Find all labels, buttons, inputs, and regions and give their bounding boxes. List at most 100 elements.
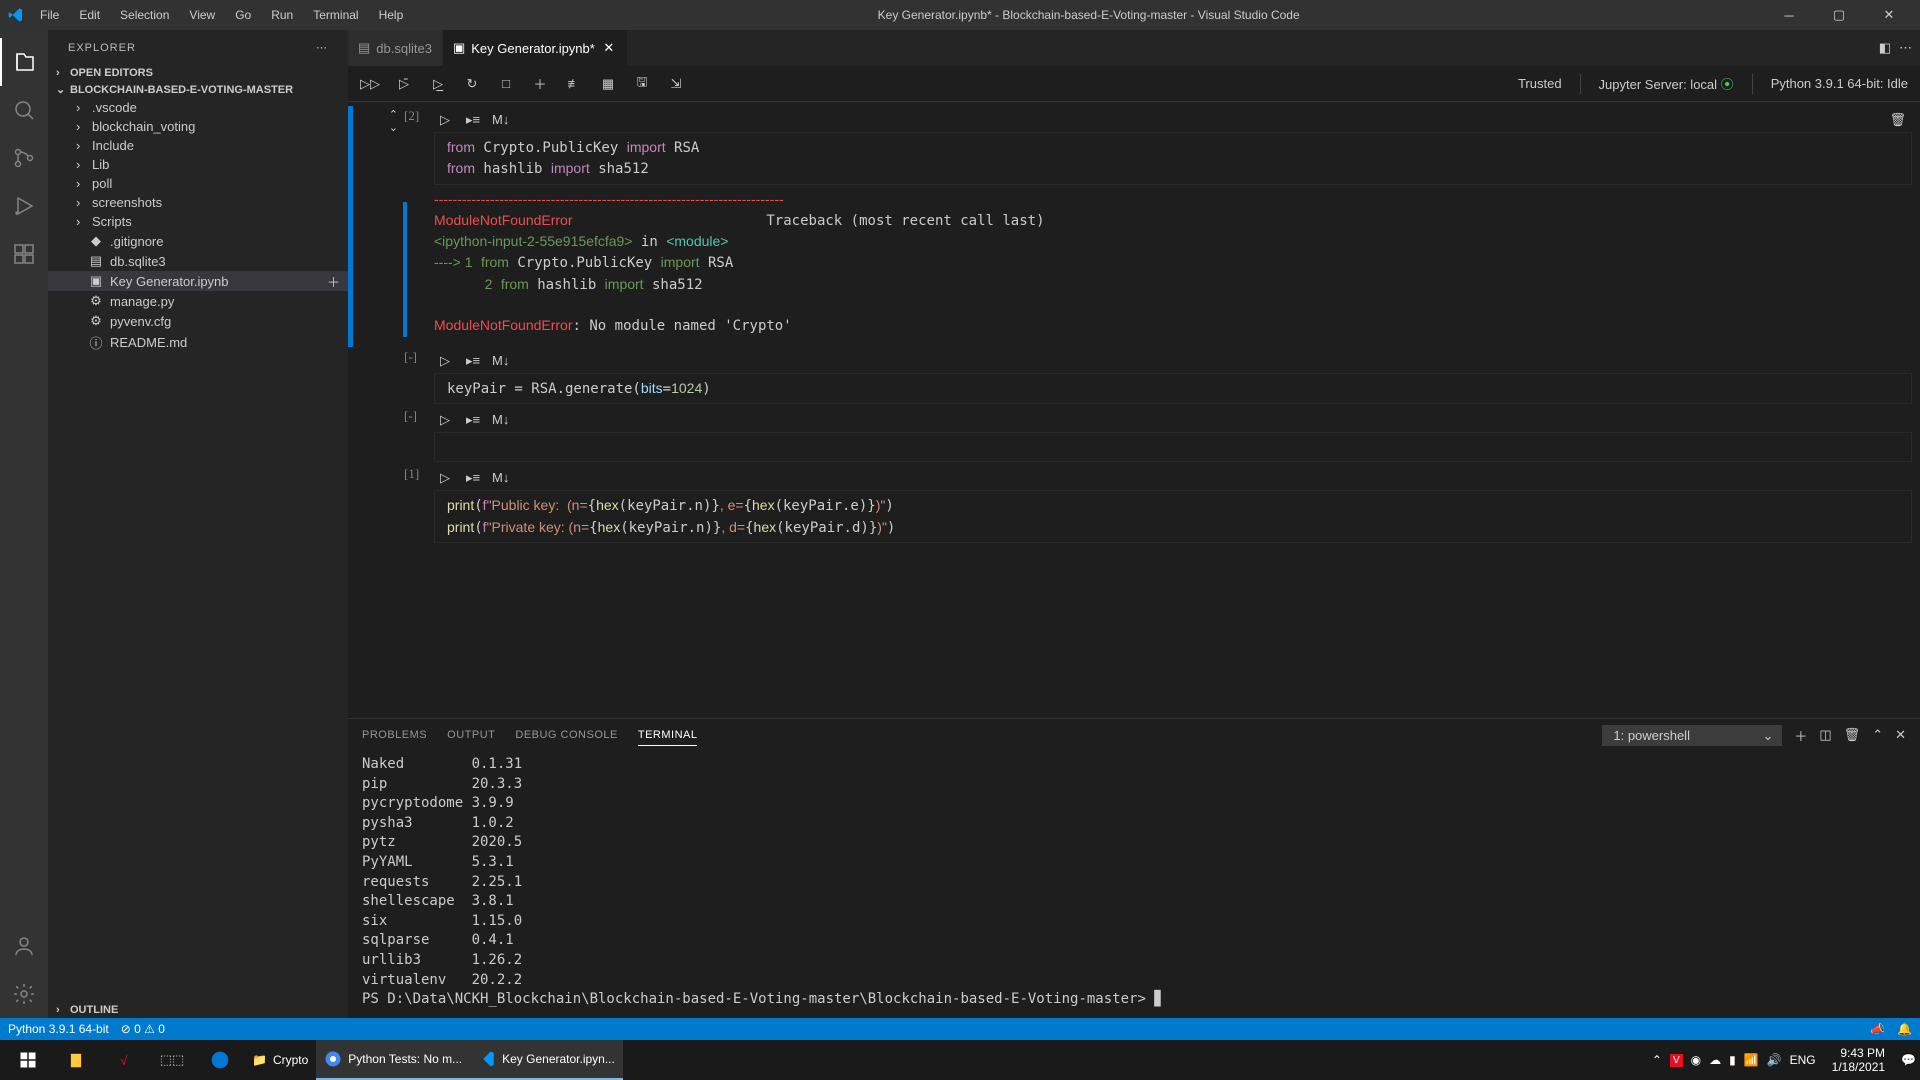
jupyter-server-label[interactable]: Jupyter Server: local ⦿ (1599, 74, 1734, 93)
terminal-selector[interactable]: 1: powershell⌄ (1602, 725, 1782, 746)
tray-battery-icon[interactable]: ▮ (1729, 1053, 1736, 1067)
split-editor-icon[interactable]: ◧ (1879, 40, 1891, 56)
tray-cloud-icon[interactable]: ☁ (1709, 1053, 1721, 1067)
restart-icon[interactable]: ↻ (462, 74, 482, 94)
menu-run[interactable]: Run (263, 4, 301, 26)
folder-blockchain-voting[interactable]: ›blockchain_voting (48, 117, 348, 136)
menu-file[interactable]: File (32, 4, 67, 26)
tray-wifi-icon[interactable]: 📶 (1744, 1053, 1759, 1067)
tray-steam-icon[interactable]: ◉ (1691, 1053, 1701, 1067)
folder-screenshots[interactable]: ›screenshots (48, 193, 348, 212)
taskbar-clock[interactable]: 9:43 PM 1/18/2021 (1824, 1046, 1893, 1075)
menu-view[interactable]: View (181, 4, 223, 26)
chevron-up-icon[interactable]: ⌃ (389, 108, 398, 121)
run-by-line-icon[interactable]: ▸≡ (466, 412, 482, 428)
app-icon[interactable]: √ (100, 1040, 148, 1080)
menu-go[interactable]: Go (227, 4, 259, 26)
run-by-line-icon[interactable]: ▸≡ (466, 112, 482, 128)
folder-scripts[interactable]: ›Scripts (48, 212, 348, 231)
markdown-icon[interactable]: M↓ (492, 412, 508, 428)
markdown-icon[interactable]: M↓ (492, 353, 508, 369)
run-cell-icon[interactable]: ▷ (440, 412, 456, 428)
terminal-output[interactable]: Naked 0.1.31 pip 20.3.3 pycryptodome 3.9… (348, 751, 1920, 1018)
sidebar-more-icon[interactable]: ⋯ (316, 41, 328, 54)
interrupt-icon[interactable]: □ (496, 74, 516, 94)
close-button[interactable]: ✕ (1866, 0, 1912, 30)
markdown-icon[interactable]: M↓ (492, 470, 508, 486)
add-cell-icon[interactable]: ＋ (327, 272, 340, 291)
tray-notifications-icon[interactable]: 💬 (1901, 1053, 1916, 1067)
close-icon[interactable]: ✕ (601, 40, 617, 56)
file-gitignore[interactable]: ◆.gitignore (48, 231, 348, 251)
tray-volume-icon[interactable]: 🔊 (1767, 1053, 1782, 1067)
file-readme[interactable]: ⓘREADME.md (48, 331, 348, 354)
project-header[interactable]: ⌄BLOCKCHAIN-BASED-E-VOTING-MASTER (48, 81, 348, 98)
run-by-line-icon[interactable]: ▸≡ (466, 470, 482, 486)
tray-lang[interactable]: ENG (1790, 1053, 1816, 1067)
file-explorer-icon[interactable]: ▇ (52, 1040, 100, 1080)
menu-selection[interactable]: Selection (112, 4, 177, 26)
run-debug-icon[interactable] (0, 182, 48, 230)
file-manage-py[interactable]: ⚙manage.py (48, 291, 348, 311)
folder-poll[interactable]: ›poll (48, 174, 348, 193)
panel-tab-debug[interactable]: DEBUG CONSOLE (515, 725, 617, 745)
menu-terminal[interactable]: Terminal (305, 4, 366, 26)
account-icon[interactable] (0, 922, 48, 970)
file-db-sqlite3[interactable]: ▤db.sqlite3 (48, 251, 348, 271)
run-above-icon[interactable]: ▷̄ (394, 74, 414, 94)
code-cell[interactable]: print(f"Public key: (n={hex(keyPair.n)},… (434, 490, 1912, 543)
source-control-icon[interactable] (0, 134, 48, 182)
panel-tab-output[interactable]: OUTPUT (447, 725, 495, 745)
split-terminal-icon[interactable]: ◫ (1819, 727, 1831, 743)
tray-icon[interactable]: V (1670, 1054, 1683, 1067)
notebook-cell[interactable]: [-] ▷ ▸≡ M↓ (348, 406, 1920, 464)
save-icon[interactable]: 🖫 (632, 74, 652, 94)
minimize-button[interactable]: ─ (1766, 0, 1812, 30)
kernel-label[interactable]: Python 3.9.1 64-bit: Idle (1771, 76, 1908, 91)
status-feedback-icon[interactable]: 📣 (1870, 1022, 1885, 1036)
panel-tab-problems[interactable]: PROBLEMS (362, 725, 427, 745)
panel-tab-terminal[interactable]: TERMINAL (638, 725, 698, 746)
menu-edit[interactable]: Edit (71, 4, 108, 26)
tab-key-generator[interactable]: ▣Key Generator.ipynb*✕ (443, 30, 628, 66)
run-cell-icon[interactable]: ▷ (440, 470, 456, 486)
delete-cell-icon[interactable]: 🗑 (1889, 112, 1906, 128)
settings-icon[interactable] (0, 970, 48, 1018)
code-cell[interactable]: keyPair = RSA.generate(bits=1024) (434, 373, 1912, 404)
taskbar-folder[interactable]: 📁 Crypto (244, 1040, 316, 1080)
maximize-button[interactable]: ▢ (1816, 0, 1862, 30)
status-bell-icon[interactable]: 🔔 (1897, 1022, 1912, 1036)
notebook-cell[interactable]: [-] ▷ ▸≡ M↓ keyPair = RSA.generate(bits=… (348, 347, 1920, 406)
notebook-cell[interactable]: [1] ▷ ▸≡ M↓ print(f"Public key: (n={hex(… (348, 464, 1920, 545)
add-cell-icon[interactable]: ＋ (530, 74, 550, 94)
file-key-generator[interactable]: ▣Key Generator.ipynb＋ (48, 271, 348, 291)
code-cell[interactable] (434, 432, 1912, 462)
trusted-label[interactable]: Trusted (1518, 76, 1562, 91)
outline-header[interactable]: ›OUTLINE (48, 1002, 348, 1018)
notebook-cell[interactable]: ⌃ ⌄ [2] ▷ ▸≡ M↓ from Crypto.PublicKey im… (348, 106, 1920, 347)
markdown-icon[interactable]: M↓ (492, 112, 508, 128)
folder-include[interactable]: ›Include (48, 136, 348, 155)
clear-output-icon[interactable]: ≢ (564, 74, 584, 94)
app-icon[interactable]: ⬚⬚ (148, 1040, 196, 1080)
folder-vscode[interactable]: ›.vscode (48, 98, 348, 117)
extensions-icon[interactable] (0, 230, 48, 278)
run-cell-icon[interactable]: ▷ (440, 353, 456, 369)
explorer-icon[interactable] (0, 38, 48, 86)
more-actions-icon[interactable]: ⋯ (1899, 40, 1912, 56)
status-errors[interactable]: ⊘ 0 ⚠ 0 (121, 1022, 165, 1036)
folder-lib[interactable]: ›Lib (48, 155, 348, 174)
kill-terminal-icon[interactable]: 🗑 (1844, 727, 1861, 743)
tray-chevron-icon[interactable]: ⌃ (1652, 1053, 1662, 1067)
export-icon[interactable]: ⇲ (666, 74, 686, 94)
edge-icon[interactable] (196, 1040, 244, 1080)
maximize-panel-icon[interactable]: ⌃ (1872, 727, 1883, 743)
taskbar-chrome[interactable]: Python Tests: No m... (316, 1040, 470, 1080)
run-cell-icon[interactable]: ▷ (440, 112, 456, 128)
run-by-line-icon[interactable]: ▸≡ (466, 353, 482, 369)
open-editors-header[interactable]: ›OPEN EDITORS (48, 65, 348, 81)
code-cell[interactable]: from Crypto.PublicKey import RSA from ha… (434, 132, 1912, 185)
file-pyvenv-cfg[interactable]: ⚙pyvenv.cfg (48, 311, 348, 331)
start-button[interactable] (4, 1040, 52, 1080)
menu-help[interactable]: Help (371, 4, 412, 26)
